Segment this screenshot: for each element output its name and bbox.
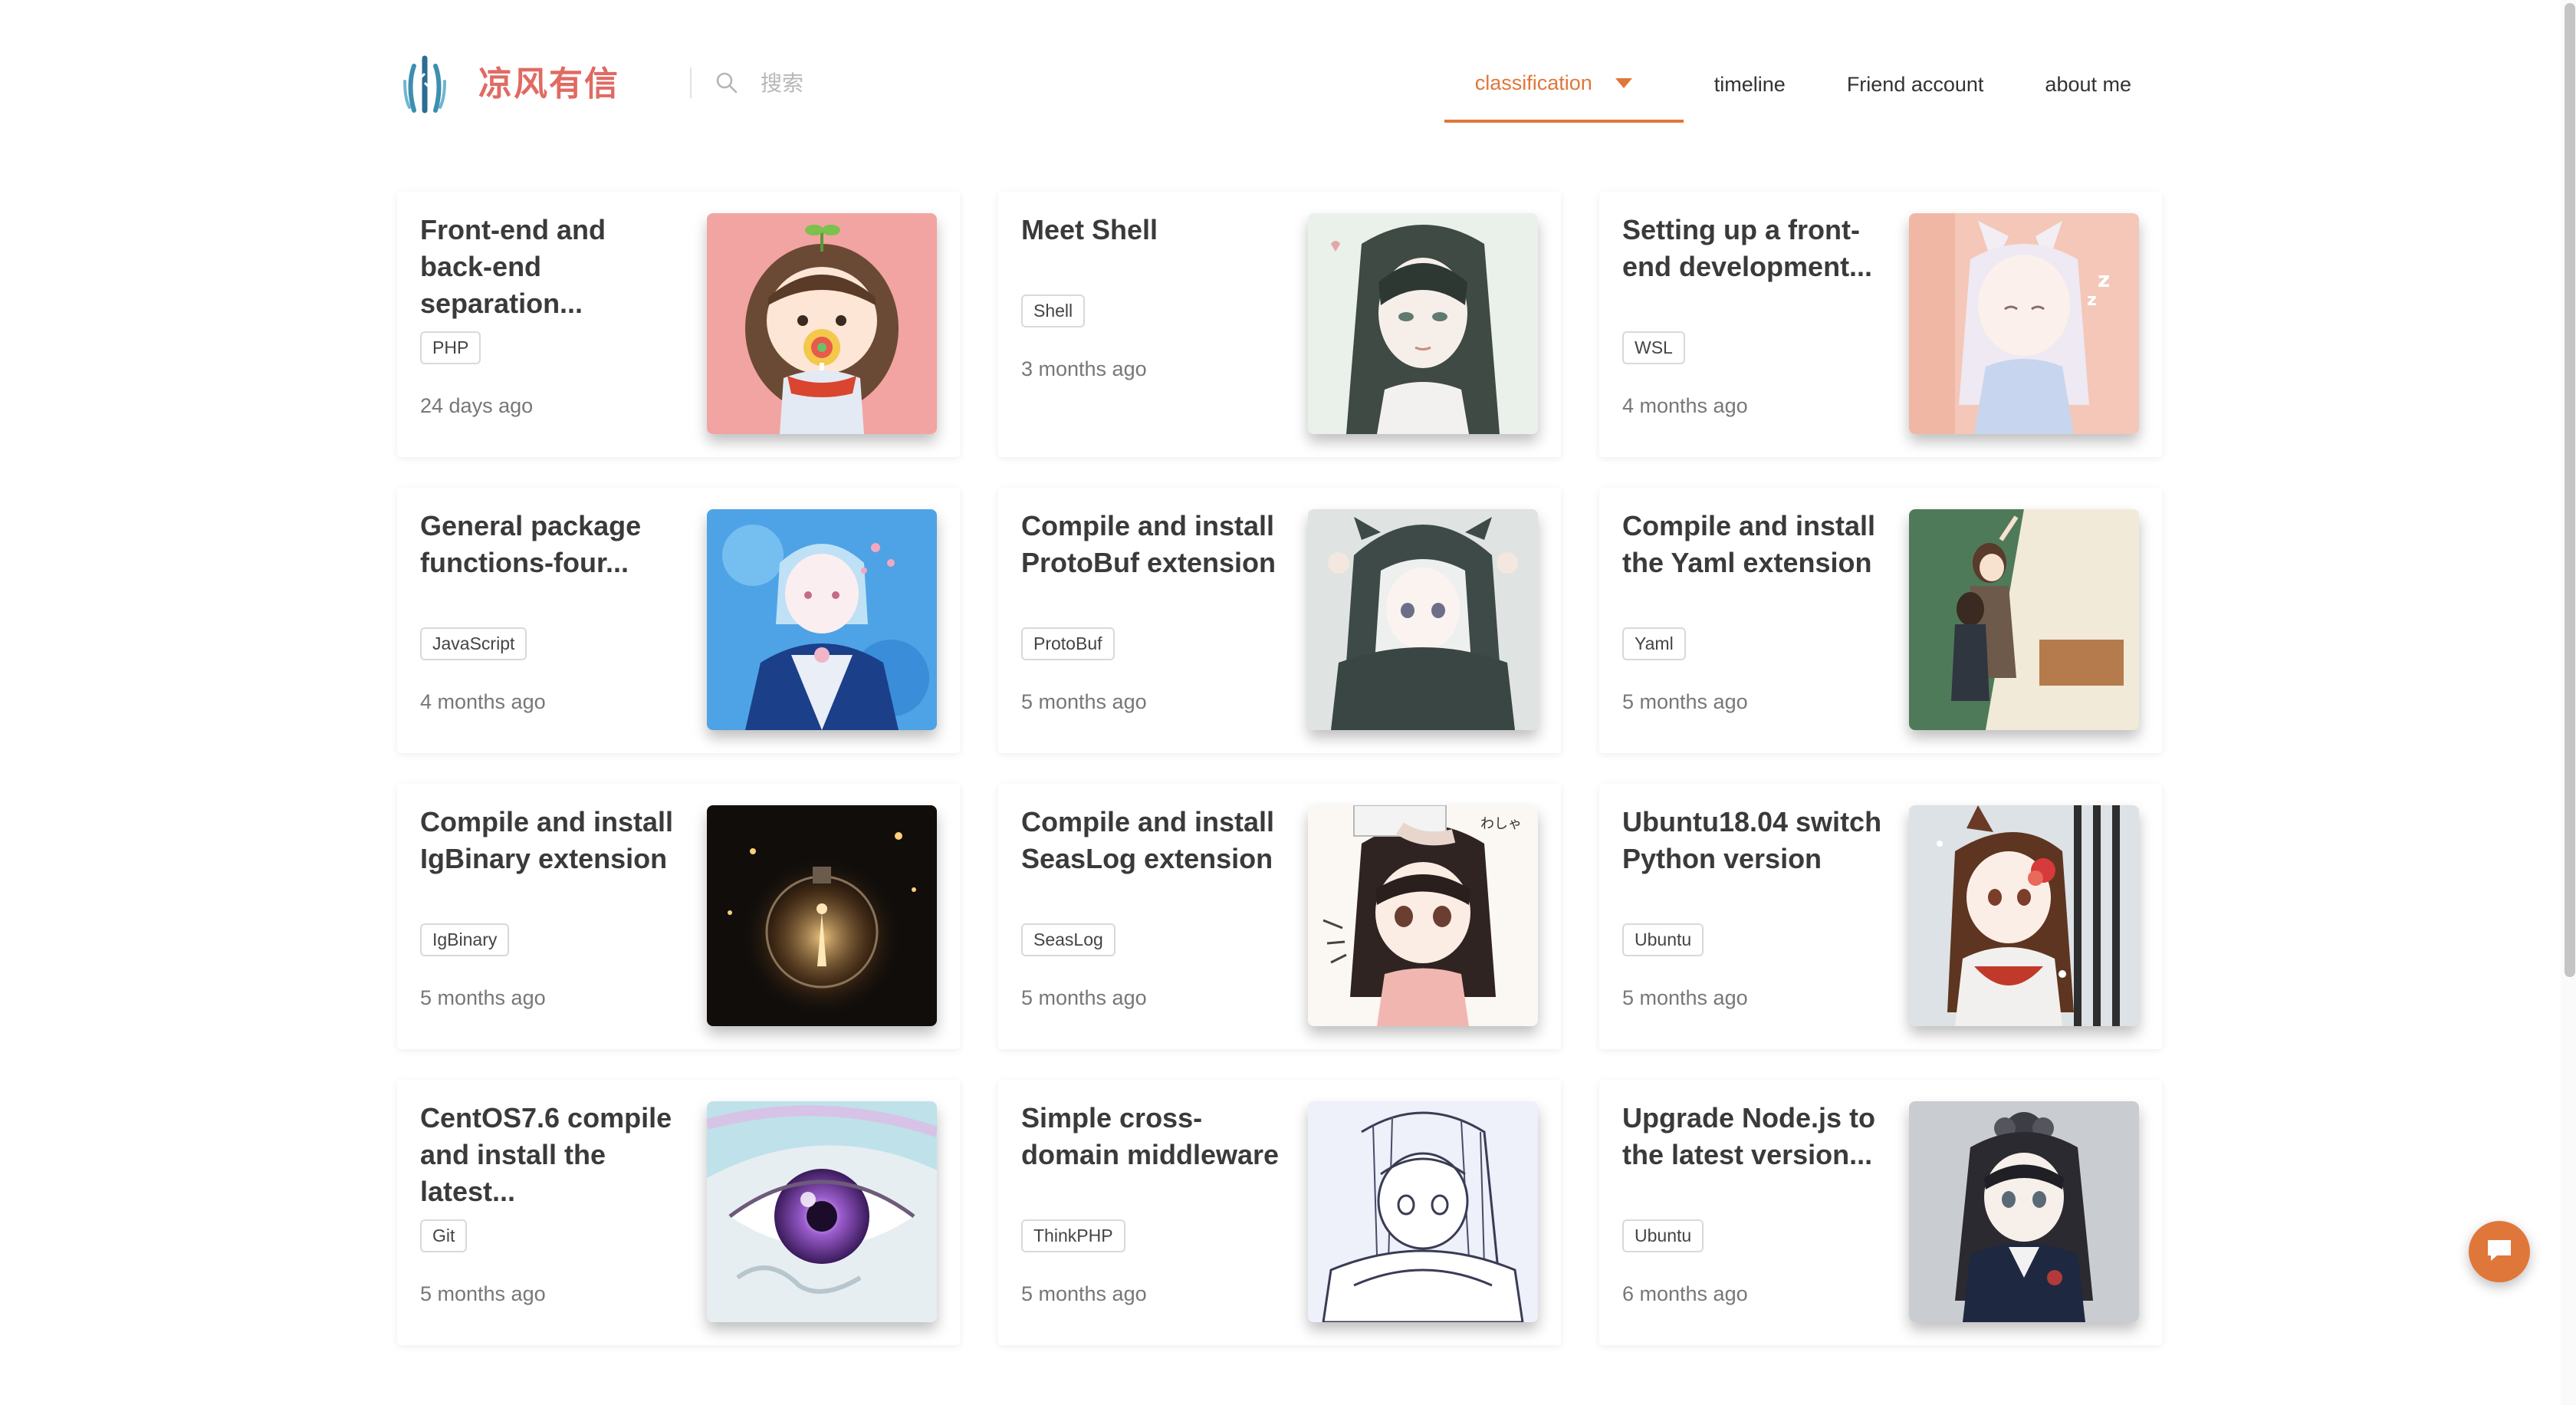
post-title[interactable]: Upgrade Node.js to the latest version...	[1622, 1100, 1883, 1173]
post-card[interactable]: Setting up a front-end development... WS…	[1599, 192, 2162, 457]
post-card[interactable]: Ubuntu18.04 switch Python version Ubuntu…	[1599, 784, 2162, 1049]
post-tag[interactable]: JavaScript	[420, 627, 527, 660]
post-thumbnail[interactable]: わしゃ	[1308, 805, 1538, 1026]
page: 凉风有信 classification timeline Friend acco…	[0, 0, 2576, 1405]
post-title[interactable]: Compile and install IgBinary extension	[420, 804, 681, 877]
post-time: 6 months ago	[1622, 1282, 1748, 1305]
nav-about-me-label: about me	[2045, 72, 2131, 96]
post-tag[interactable]: SeasLog	[1021, 923, 1116, 956]
post-title[interactable]: Ubuntu18.04 switch Python version	[1622, 804, 1883, 877]
bamboo-logo-icon[interactable]	[397, 55, 452, 114]
post-thumbnail[interactable]	[707, 805, 937, 1026]
nav-timeline-label: timeline	[1714, 72, 1786, 96]
search-box[interactable]	[715, 61, 991, 104]
page-scrollbar-thumb[interactable]	[2564, 3, 2575, 977]
post-thumbnail[interactable]	[1308, 509, 1538, 730]
post-tag[interactable]: ThinkPHP	[1021, 1219, 1125, 1252]
post-thumbnail[interactable]	[707, 1101, 937, 1322]
nav-friend-account-label: Friend account	[1846, 72, 1984, 96]
site-brand[interactable]: 凉风有信	[478, 60, 619, 109]
post-card[interactable]: Front-end and back-end separation... PHP…	[397, 192, 960, 457]
post-time: 3 months ago	[1021, 357, 1147, 380]
post-thumbnail[interactable]	[1909, 1101, 2139, 1322]
search-input[interactable]	[759, 69, 977, 97]
post-thumbnail[interactable]	[1308, 213, 1538, 434]
site-header: 凉风有信 classification timeline Friend acco…	[394, 46, 2157, 123]
post-tag[interactable]: Ubuntu	[1622, 1219, 1704, 1252]
post-thumbnail[interactable]	[707, 509, 937, 730]
svg-text:z: z	[2087, 291, 2097, 310]
post-tag[interactable]: IgBinary	[420, 923, 510, 956]
post-time: 5 months ago	[1021, 690, 1147, 713]
post-card[interactable]: Meet Shell Shell 3 months ago	[998, 192, 1561, 457]
post-title[interactable]: Simple cross-domain middleware	[1021, 1100, 1282, 1173]
post-card[interactable]: General package functions-four... JavaSc…	[397, 488, 960, 753]
post-title[interactable]: CentOS7.6 compile and install the latest…	[420, 1100, 681, 1210]
post-time: 4 months ago	[1622, 394, 1748, 417]
post-tag[interactable]: WSL	[1622, 331, 1685, 364]
post-time: 5 months ago	[420, 986, 546, 1009]
nav-friend-account[interactable]: Friend account	[1816, 46, 2015, 123]
nav-about-me[interactable]: about me	[2014, 46, 2157, 123]
post-tag[interactable]: PHP	[420, 331, 481, 364]
post-grid: Front-end and back-end separation... PHP…	[397, 192, 2162, 1345]
post-card[interactable]: Compile and install the Yaml extension Y…	[1599, 488, 2162, 753]
chat-button[interactable]	[2469, 1221, 2530, 1282]
post-card[interactable]: Upgrade Node.js to the latest version...…	[1599, 1080, 2162, 1345]
caret-down-icon[interactable]	[1615, 77, 1632, 88]
post-card[interactable]: Compile and install IgBinary extension I…	[397, 784, 960, 1049]
post-time: 5 months ago	[420, 1282, 546, 1305]
main-nav: classification timeline Friend account a…	[1444, 46, 2157, 123]
post-card[interactable]: Compile and install ProtoBuf extension P…	[998, 488, 1561, 753]
post-tag[interactable]: Yaml	[1622, 627, 1686, 660]
post-tag[interactable]: Shell	[1021, 294, 1086, 327]
svg-text:z: z	[2098, 267, 2110, 292]
post-title[interactable]: Front-end and back-end separation...	[420, 212, 681, 322]
post-tag[interactable]: Ubuntu	[1622, 923, 1704, 956]
post-time: 5 months ago	[1622, 690, 1748, 713]
svg-text:わしゃ: わしゃ	[1480, 816, 1522, 832]
post-title[interactable]: Compile and install the Yaml extension	[1622, 508, 1883, 581]
post-time: 5 months ago	[1021, 1282, 1147, 1305]
post-tag[interactable]: Git	[420, 1219, 468, 1252]
search-icon[interactable]	[715, 71, 739, 95]
nav-timeline[interactable]: timeline	[1684, 46, 1816, 123]
post-title[interactable]: Compile and install SeasLog extension	[1021, 804, 1282, 877]
post-thumbnail[interactable]	[1909, 509, 2139, 730]
post-title[interactable]: General package functions-four...	[420, 508, 681, 581]
post-thumbnail[interactable]	[707, 213, 937, 434]
post-time: 5 months ago	[1622, 986, 1748, 1009]
post-title[interactable]: Meet Shell	[1021, 212, 1282, 248]
nav-classification-label: classification	[1474, 71, 1592, 94]
chat-bubble-icon	[2485, 1237, 2514, 1267]
post-time: 24 days ago	[420, 394, 534, 417]
post-card[interactable]: Simple cross-domain middleware ThinkPHP …	[998, 1080, 1561, 1345]
post-time: 4 months ago	[420, 690, 546, 713]
nav-classification[interactable]: classification	[1444, 46, 1684, 123]
post-thumbnail[interactable]	[1308, 1101, 1538, 1322]
post-thumbnail[interactable]	[1909, 805, 2139, 1026]
post-tag[interactable]: ProtoBuf	[1021, 627, 1115, 660]
post-card[interactable]: CentOS7.6 compile and install the latest…	[397, 1080, 960, 1345]
post-thumbnail[interactable]: z z	[1909, 213, 2139, 434]
post-title[interactable]: Setting up a front-end development...	[1622, 212, 1883, 285]
post-time: 5 months ago	[1021, 986, 1147, 1009]
post-card[interactable]: Compile and install SeasLog extension Se…	[998, 784, 1561, 1049]
header-divider	[690, 67, 692, 98]
post-title[interactable]: Compile and install ProtoBuf extension	[1021, 508, 1282, 581]
